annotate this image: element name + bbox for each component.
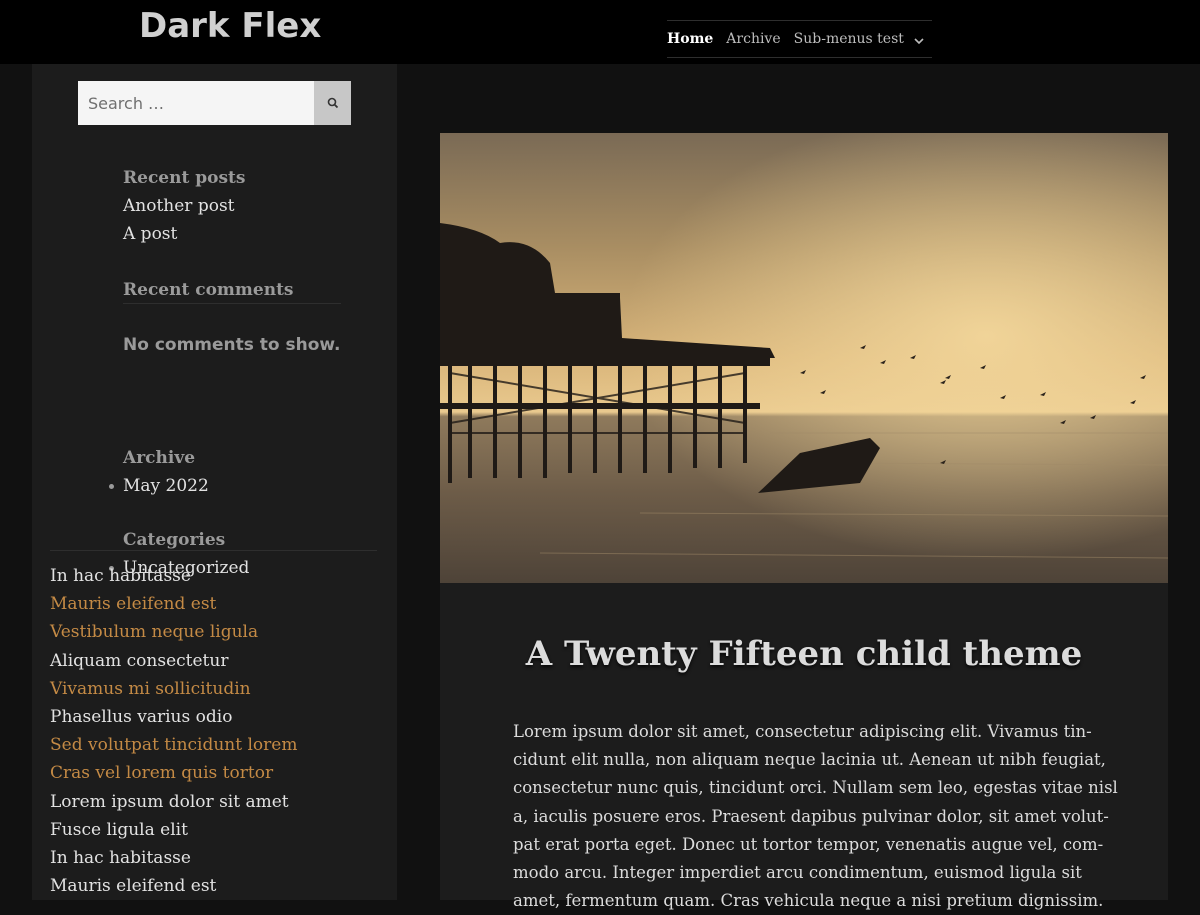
no-comments-text: No comments to show. — [123, 335, 341, 355]
post-body-line: amet, fermentum quam. Cras vehicula nequ… — [513, 891, 1104, 911]
widget-title-recent-comments: Recent comments — [123, 280, 294, 300]
nav-item-archive[interactable]: Archive — [726, 31, 780, 47]
sidebar-menu-item[interactable]: Vivamus mi sollicitudin — [50, 675, 380, 703]
widget-title-archive: Archive — [123, 448, 196, 468]
sidebar: Recent posts Another post A post Recent … — [32, 64, 397, 900]
widget-title-categories: Categories — [123, 530, 226, 550]
sidebar-menu-item[interactable]: Fusce ligula elit — [50, 816, 380, 844]
widget-recent-posts: Recent posts Another post A post — [123, 166, 245, 248]
sidebar-menu-item[interactable]: Mauris eleifend est — [50, 590, 380, 618]
post-title[interactable]: A Twenty Fifteen child theme — [440, 630, 1168, 678]
chevron-down-icon[interactable] — [914, 34, 924, 48]
sidebar-menu-item[interactable]: Aliquam consectetur — [50, 647, 380, 675]
sidebar-menu-item[interactable]: In hac habitasse — [50, 562, 380, 590]
post-article: A Twenty Fifteen child theme Lorem ipsum… — [440, 133, 1168, 910]
sidebar-menu-item[interactable]: Phasellus varius odio — [50, 703, 380, 731]
widget-recent-comments: Recent comments No comments to show. — [123, 278, 341, 357]
search-icon — [327, 94, 339, 113]
site-title-link[interactable]: Dark Flex — [139, 4, 321, 48]
sidebar-menu-item[interactable]: In hac habitasse — [50, 844, 380, 872]
widget-archive: Archive May 2022 — [109, 446, 209, 500]
post-body-line: consectetur nunc quis, tincidunt orci. N… — [513, 778, 1118, 798]
site-header: Dark Flex Home Archive Sub-menus test — [0, 0, 1200, 64]
recent-post-link[interactable]: A post — [123, 220, 245, 248]
sidebar-divider — [50, 550, 377, 551]
widget-title-underline — [123, 303, 341, 304]
widget-title-recent-posts: Recent posts — [123, 168, 246, 188]
sidebar-menu-item[interactable]: Vestibulum neque ligula — [50, 618, 380, 646]
search-form — [78, 81, 351, 125]
post-body-line: pat erat porta eget. Donec ut tortor tem… — [513, 834, 1104, 854]
post-body-line: Lorem ipsum dolor sit amet, consectetur … — [513, 722, 1092, 741]
sidebar-menu: In hac habitasse Mauris eleifend est Vesti… — [50, 562, 380, 900]
search-button[interactable] — [314, 81, 351, 125]
sidebar-menu-item[interactable]: Cras vel lorem quis tortor — [50, 759, 380, 787]
search-input[interactable] — [78, 81, 314, 125]
post-body-line: cidunt elit nulla, non aliquam neque lac… — [513, 750, 1106, 770]
main-navigation: Home Archive Sub-menus test — [667, 20, 932, 58]
post-body-line: a, iaculis posuere eros. Praesent dapibu… — [513, 806, 1109, 826]
archive-link[interactable]: May 2022 — [109, 472, 209, 500]
post-body-line: modo arcu. Integer imperdiet arcu condim… — [513, 863, 1082, 883]
sidebar-menu-item[interactable]: Mauris eleifend est — [50, 872, 380, 900]
recent-post-link[interactable]: Another post — [123, 192, 245, 220]
sidebar-menu-item[interactable]: Sed volutpat tincidunt lorem — [50, 731, 380, 759]
nav-item-sub-menus-test[interactable]: Sub-menus test — [794, 31, 904, 47]
sidebar-menu-item[interactable]: Lorem ipsum dolor sit amet — [50, 788, 380, 816]
post-featured-image — [440, 133, 1168, 583]
nav-item-home[interactable]: Home — [667, 31, 713, 47]
post-content: Lorem ipsum dolor sit amet, consectetur … — [513, 718, 1118, 915]
